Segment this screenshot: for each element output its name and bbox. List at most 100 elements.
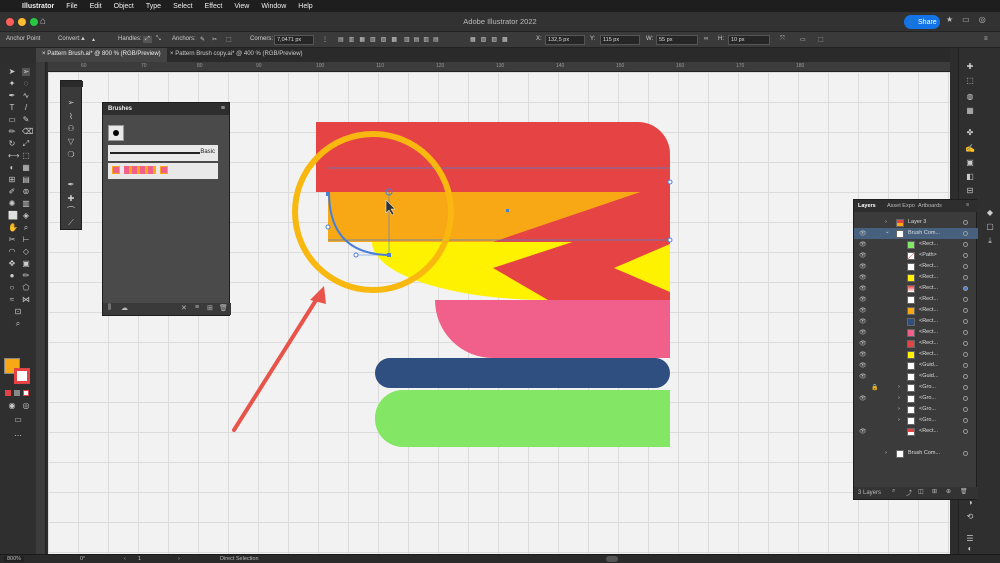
expand-icon[interactable]: › bbox=[898, 395, 900, 401]
target-icon[interactable] bbox=[963, 385, 968, 390]
pencil-icon[interactable]: ✏ bbox=[22, 272, 30, 280]
artboard-number[interactable]: 1 bbox=[138, 556, 141, 562]
visibility-eye-icon[interactable]: 👁 bbox=[859, 351, 867, 358]
layer-row[interactable]: › Layer 3 bbox=[854, 217, 978, 228]
curvature-tool-icon[interactable]: ∿ bbox=[22, 92, 30, 100]
layer-row[interactable]: 👁 <Guid... bbox=[854, 371, 978, 382]
mesh-tool-icon[interactable]: ⊞ bbox=[8, 176, 16, 184]
target-icon[interactable] bbox=[963, 231, 968, 236]
expand-icon[interactable]: › bbox=[885, 450, 887, 456]
visibility-eye-icon[interactable]: 👁 bbox=[859, 252, 867, 259]
perspective-grid-icon[interactable]: ▦ bbox=[22, 164, 30, 172]
blob-brush-icon[interactable]: ● bbox=[8, 272, 16, 280]
w-input[interactable]: 55 px bbox=[656, 35, 698, 45]
brush-library-icon[interactable]: ⫼ bbox=[108, 304, 111, 312]
anchor-add-icon[interactable]: ✚ bbox=[67, 195, 75, 203]
transform-icon[interactable]: ⤧ bbox=[780, 36, 785, 43]
green-stripe[interactable] bbox=[374, 390, 670, 447]
screen-mode-icon[interactable]: ▭ bbox=[14, 416, 22, 424]
expand-icon[interactable]: › bbox=[898, 417, 900, 423]
menu-object[interactable]: Object bbox=[114, 3, 134, 10]
select-similar-icon[interactable]: ⬚ bbox=[818, 36, 824, 43]
menu-file[interactable]: File bbox=[66, 3, 77, 10]
hand-tool-icon[interactable]: ✋ bbox=[8, 224, 18, 232]
distribute-icons[interactable]: ▥▤▥▤ bbox=[404, 36, 443, 43]
pink-stripe[interactable] bbox=[435, 300, 670, 358]
link-icon[interactable]: ∞ bbox=[704, 36, 708, 42]
ellipse-tool-icon[interactable]: ○ bbox=[8, 284, 16, 292]
options-icon[interactable]: ≡ bbox=[195, 304, 199, 311]
close-tab-icon[interactable]: × bbox=[170, 51, 174, 57]
visibility-eye-icon[interactable]: 👁 bbox=[859, 274, 867, 281]
polygon-tool-icon[interactable]: ⬠ bbox=[22, 284, 30, 292]
shape-builder-icon[interactable]: ◐ bbox=[8, 164, 16, 172]
type-tool-icon[interactable]: T bbox=[8, 104, 16, 112]
layer-row[interactable]: 👁 ⌄ Brush Com... bbox=[854, 228, 978, 239]
visibility-eye-icon[interactable]: 👁 bbox=[859, 318, 867, 325]
layer-row[interactable]: 👁 <Rect... bbox=[854, 294, 978, 305]
gradient-panel-icon[interactable]: ◐ bbox=[965, 544, 975, 554]
navy-stripe[interactable] bbox=[375, 358, 670, 388]
stroke-panel-icon[interactable]: ☰ bbox=[965, 534, 975, 544]
target-icon[interactable] bbox=[963, 363, 968, 368]
asset-export-icon[interactable]: ⤓ bbox=[985, 236, 995, 246]
tab-layers[interactable]: Layers bbox=[858, 203, 876, 209]
layer-row[interactable]: 👁 <Rect... bbox=[854, 349, 978, 360]
target-icon[interactable] bbox=[963, 330, 968, 335]
visibility-eye-icon[interactable]: 👁 bbox=[859, 230, 867, 237]
target-icon[interactable] bbox=[963, 374, 968, 379]
libraries-panel-icon[interactable]: ☁ bbox=[121, 304, 128, 312]
remove-stroke-icon[interactable]: ✕ bbox=[181, 304, 187, 312]
target-icon[interactable] bbox=[963, 396, 968, 401]
swatches-icon[interactable]: ▦ bbox=[965, 106, 975, 116]
libraries-icon[interactable]: ⬚ bbox=[965, 76, 975, 86]
shape-icon[interactable]: ⚇ bbox=[67, 125, 75, 133]
target-icon[interactable] bbox=[963, 220, 968, 225]
delete-brush-icon[interactable]: 🗑 bbox=[219, 304, 228, 312]
direct-selection-tool-icon[interactable]: ➢ bbox=[22, 68, 30, 76]
zoom-icon[interactable]: ⌕ bbox=[14, 320, 22, 328]
layer-row[interactable]: 👁 <Rect... bbox=[854, 327, 978, 338]
handles-hide-icon[interactable]: ⤡ bbox=[156, 36, 161, 43]
panel-menu-icon[interactable]: ≡ bbox=[966, 202, 969, 208]
target-icon[interactable] bbox=[963, 418, 968, 423]
close-tab-icon[interactable]: × bbox=[42, 51, 46, 57]
corners-input[interactable]: 7,0471 px bbox=[274, 35, 314, 45]
menu-select[interactable]: Select bbox=[173, 3, 192, 10]
rectangle-tool-icon[interactable]: ▭ bbox=[8, 116, 16, 124]
layer-row[interactable]: 👁 <Path> bbox=[854, 250, 978, 261]
artboard-tool-icon[interactable]: ⬜ bbox=[8, 212, 18, 220]
layer-row[interactable]: 👁 <Rect... bbox=[854, 261, 978, 272]
convert-corner-icon[interactable]: ▲ bbox=[80, 36, 86, 42]
warp-icon[interactable]: ⌇ bbox=[67, 113, 75, 121]
y-input[interactable]: 115 px bbox=[600, 35, 640, 45]
target-icon[interactable] bbox=[963, 264, 968, 269]
layer-row[interactable]: 👁 <Rect... bbox=[854, 316, 978, 327]
live-paint-icon[interactable]: ▣ bbox=[22, 260, 30, 268]
collapse-icon[interactable]: ⌄ bbox=[885, 229, 890, 235]
visibility-eye-icon[interactable]: 👁 bbox=[859, 395, 867, 402]
menu-effect[interactable]: Effect bbox=[205, 3, 223, 10]
export-icon[interactable]: ⤴ bbox=[906, 488, 912, 497]
none-mode-icon[interactable] bbox=[23, 390, 29, 396]
star-icon[interactable]: ★ bbox=[946, 15, 953, 24]
draw-mode-icon[interactable]: ◎ bbox=[22, 402, 30, 410]
new-brush-icon[interactable]: ⊞ bbox=[207, 304, 213, 312]
target-icon[interactable] bbox=[963, 429, 968, 434]
visibility-eye-icon[interactable]: 👁 bbox=[859, 373, 867, 380]
lock-icon[interactable]: 🔒 bbox=[871, 384, 878, 391]
tab-pattern-brush-copy[interactable]: × Pattern Brush copy.ai* @ 400 % (RGB/Pr… bbox=[164, 48, 309, 62]
visibility-eye-icon[interactable]: 👁 bbox=[859, 362, 867, 369]
menu-type[interactable]: Type bbox=[146, 3, 161, 10]
gradient-tool-icon[interactable]: ▤ bbox=[22, 176, 30, 184]
anchor-convert-icon[interactable]: ⌒ bbox=[67, 207, 75, 215]
select-icon[interactable]: ➢ bbox=[67, 99, 75, 107]
layer-row[interactable]: 🔒 › <Gro... bbox=[854, 382, 978, 393]
convert-smooth-icon[interactable]: ▴ bbox=[92, 36, 95, 43]
target-icon[interactable] bbox=[963, 451, 968, 456]
layer-row[interactable]: › <Gro... bbox=[854, 415, 978, 426]
target-icon[interactable] bbox=[963, 297, 968, 302]
window-arrange-icon[interactable]: ▭ bbox=[962, 15, 970, 24]
layer-row[interactable]: 👁 › <Gro... bbox=[854, 393, 978, 404]
symbol-sprayer-icon[interactable]: ✺ bbox=[8, 200, 16, 208]
